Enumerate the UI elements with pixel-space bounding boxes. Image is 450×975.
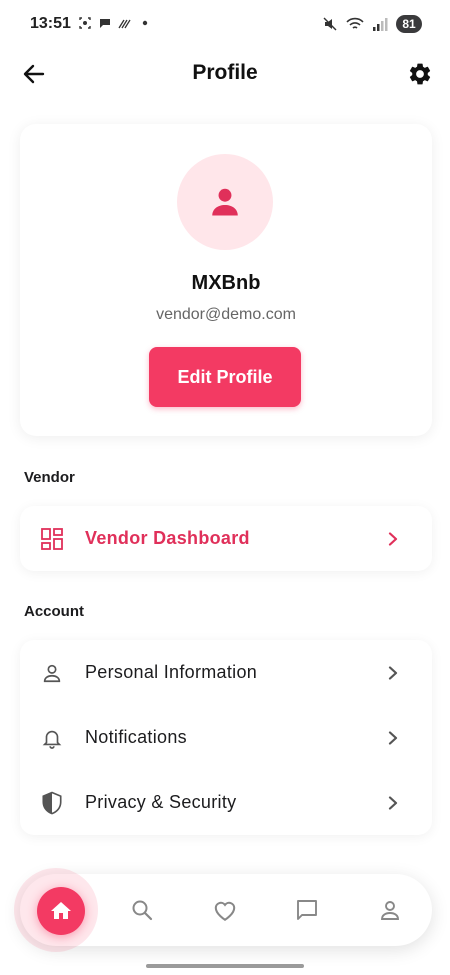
dot-icon: [142, 20, 148, 26]
nav-favorites[interactable]: [195, 874, 255, 946]
wifi-icon: [346, 17, 364, 29]
dashboard-icon: [40, 527, 64, 551]
menu-item-personal-information[interactable]: Personal Information: [20, 640, 432, 705]
menu-item-vendor-dashboard[interactable]: Vendor Dashboard: [20, 506, 432, 571]
nav-messages[interactable]: [277, 874, 337, 946]
bottom-navigation: [14, 868, 432, 952]
status-system-icons: 81: [322, 15, 422, 33]
chevron-right-icon: [386, 730, 400, 745]
bell-icon: [40, 726, 64, 750]
heart-icon: [214, 901, 236, 921]
chat-icon: [297, 900, 317, 920]
message-icon: [100, 19, 110, 28]
edit-profile-button[interactable]: Edit Profile: [149, 347, 301, 407]
screenshot-icon: [79, 17, 91, 29]
profile-email: vendor@demo.com: [156, 306, 296, 323]
chevron-right-icon: [386, 665, 400, 680]
signal-lines-icon: [118, 19, 131, 29]
mute-icon: [323, 17, 337, 31]
chevron-right-icon: [386, 531, 400, 546]
menu-item-label: Vendor Dashboard: [85, 528, 250, 548]
person-icon: [381, 901, 399, 920]
chevron-right-icon: [386, 795, 400, 810]
avatar: [177, 154, 273, 250]
home-indicator: [146, 964, 304, 968]
nav-profile[interactable]: [360, 874, 420, 946]
menu-item-notifications[interactable]: Notifications: [20, 705, 432, 770]
menu-item-label: Privacy & Security: [85, 792, 237, 812]
shield-icon: [40, 791, 64, 815]
app-header: Profile: [0, 52, 450, 96]
profile-screen: 13:51 81 Profile MXBnb vendor@demo.com E…: [0, 0, 450, 975]
person-icon: [212, 188, 238, 216]
section-heading-account: Account: [24, 603, 84, 620]
status-time: 13:51: [30, 15, 71, 32]
person-icon: [40, 661, 64, 685]
menu-item-label: Personal Information: [85, 662, 258, 682]
page-title: Profile: [192, 61, 258, 84]
profile-card: MXBnb vendor@demo.com Edit Profile: [20, 124, 432, 436]
section-heading-vendor: Vendor: [24, 469, 75, 486]
battery-indicator: 81: [396, 15, 422, 33]
search-icon: [132, 900, 153, 921]
nav-search[interactable]: [112, 874, 172, 946]
settings-button[interactable]: [404, 58, 436, 90]
account-menu-card: Personal Information Notifications Priva…: [20, 640, 432, 835]
menu-item-privacy-security[interactable]: Privacy & Security: [20, 770, 432, 835]
cell-signal-icon: [373, 18, 388, 31]
status-notification-icons: [78, 16, 152, 30]
status-bar: 13:51 81: [0, 0, 450, 50]
gear-icon: [409, 63, 431, 85]
menu-item-label: Notifications: [85, 727, 187, 747]
home-icon: [51, 902, 71, 919]
vendor-menu-card: Vendor Dashboard: [20, 506, 432, 571]
profile-name: MXBnb: [191, 272, 261, 294]
nav-home[interactable]: [14, 868, 102, 952]
